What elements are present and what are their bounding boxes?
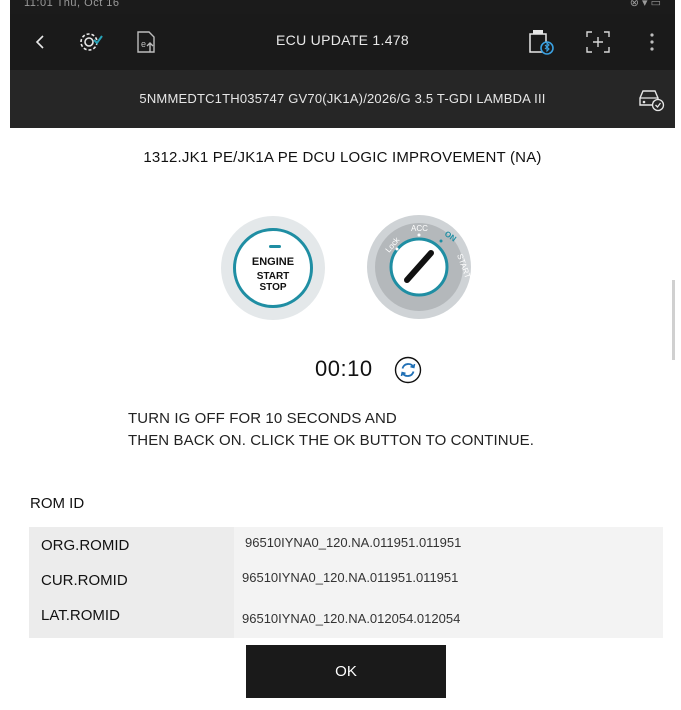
engine-label: ENGINE (251, 256, 295, 268)
capture-button[interactable] (582, 26, 614, 58)
start-label: START (256, 271, 290, 282)
ok-button[interactable]: OK (246, 645, 446, 698)
table-row: LAT.ROMID 96510IYNA0_120.NA.012054.01205… (29, 597, 663, 633)
vehicle-check-button[interactable] (634, 82, 666, 114)
instruction-line-1: TURN IG OFF FOR 10 SECONDS AND (128, 410, 397, 427)
more-vertical-icon (650, 33, 654, 51)
refresh-button[interactable] (394, 356, 422, 384)
status-time: 11:01 Thu, Oct 16 (24, 0, 120, 9)
stop-label: STOP (259, 282, 287, 293)
countdown-timer: 00:10 (315, 356, 373, 381)
vehicle-info-bar: 5NMMEDTC1TH035747 GV70(JK1A)/2026/G 3.5 … (10, 70, 675, 128)
romid-table: ORG.ROMID 96510IYNA0_120.NA.011951.01195… (29, 527, 663, 638)
scroll-indicator[interactable] (672, 280, 675, 360)
app-bar: e ECU UPDATE 1.478 (10, 14, 675, 70)
romid-key: CUR.ROMID (41, 572, 128, 589)
page-title: ECU UPDATE 1.478 (276, 32, 409, 48)
romid-value: 96510IYNA0_120.NA.011951.011951 (245, 535, 462, 550)
romid-section-label: ROM ID (30, 495, 85, 512)
update-name: 1312.JK1 PE/JK1A PE DCU LOGIC IMPROVEMEN… (143, 149, 542, 166)
car-check-icon (639, 90, 665, 112)
engine-indicator-light (269, 245, 281, 248)
vehicle-info-text: 5NMMEDTC1TH035747 GV70(JK1A)/2026/G 3.5 … (139, 91, 546, 106)
status-icons: ⊗ ▾ ▭ (629, 0, 661, 9)
instruction-text: TURN IG OFF FOR 10 SECONDS AND THEN BACK… (128, 408, 534, 452)
screen-capture-icon (586, 31, 610, 53)
start-stop-label: START STOP (236, 271, 310, 293)
romid-value: 96510IYNA0_120.NA.012054.012054 (242, 611, 461, 626)
table-row: CUR.ROMID 96510IYNA0_120.NA.011951.01195… (29, 562, 663, 598)
romid-key: LAT.ROMID (41, 607, 120, 624)
vci-bluetooth-button[interactable] (525, 26, 557, 58)
instruction-line-2: THEN BACK ON. CLICK THE OK BUTTON TO CON… (128, 432, 535, 449)
table-row: ORG.ROMID 96510IYNA0_120.NA.011951.01195… (29, 527, 663, 563)
ignition-acc-label: ACC (411, 224, 428, 233)
refresh-icon (394, 356, 422, 384)
more-menu-button[interactable] (636, 26, 668, 58)
engine-button-ring: ENGINE START STOP (233, 228, 313, 308)
vci-bluetooth-icon (529, 30, 554, 55)
status-bar: 11:01 Thu, Oct 16 ⊗ ▾ ▭ (10, 0, 675, 14)
engine-start-stop-icon: ENGINE START STOP (221, 216, 325, 320)
app-frame: 11:01 Thu, Oct 16 ⊗ ▾ ▭ e ECU UPDATE 1.4… (10, 0, 675, 710)
romid-value: 96510IYNA0_120.NA.011951.011951 (242, 570, 459, 585)
romid-key: ORG.ROMID (41, 537, 130, 554)
ignition-switch-icon: Lock ACC ON START (367, 215, 472, 319)
